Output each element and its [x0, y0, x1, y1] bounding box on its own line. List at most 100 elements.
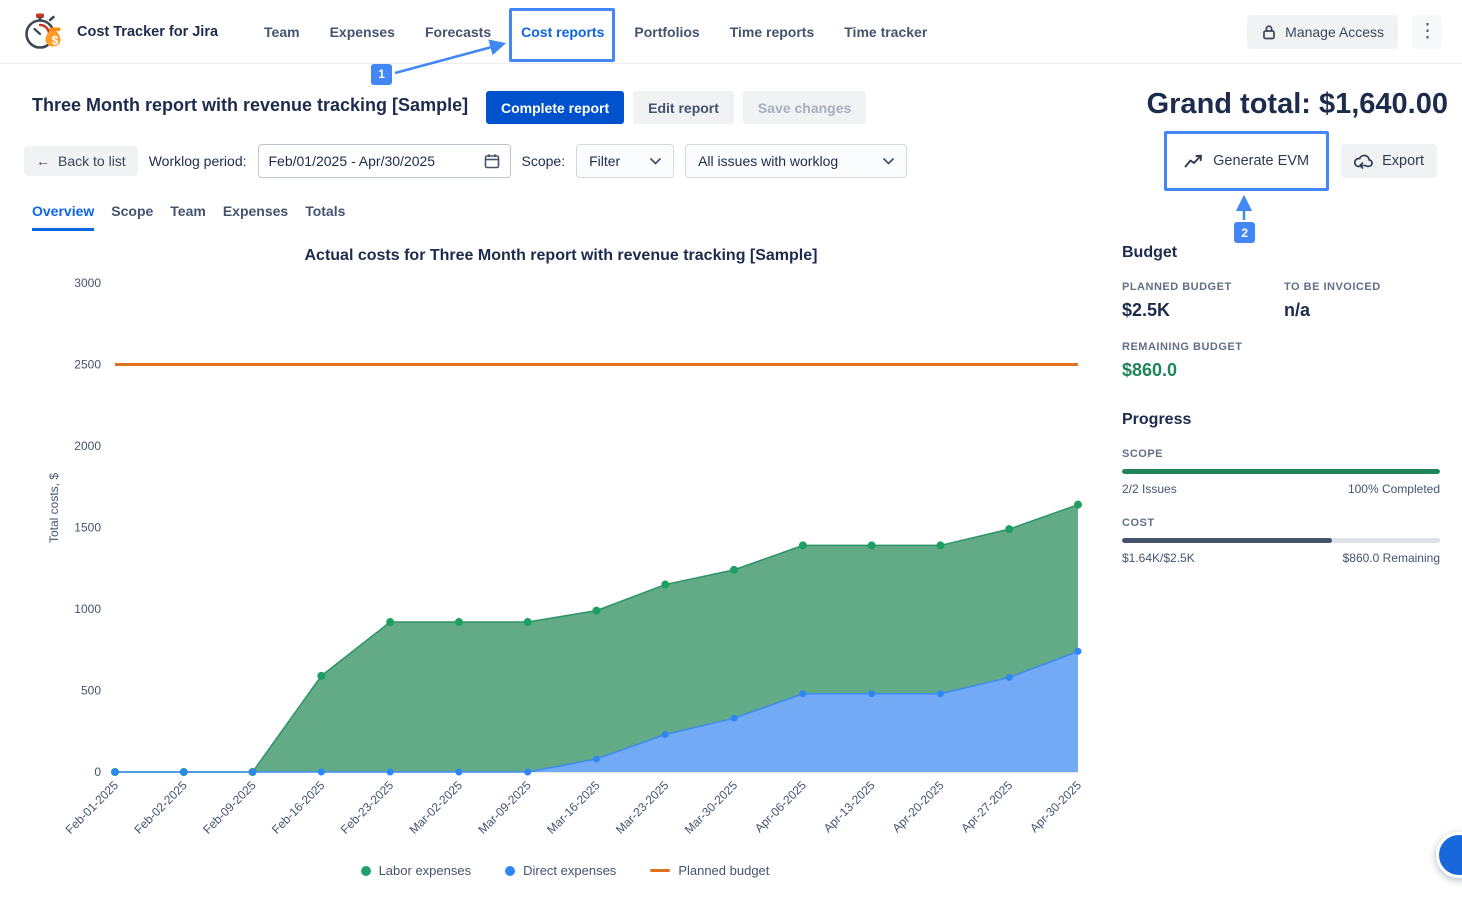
budget-grid: PLANNED BUDGET $2.5K TO BE INVOICED n/a …: [1122, 281, 1440, 381]
back-to-list-label: Back to list: [58, 153, 126, 169]
remaining-budget-value: $860.0: [1122, 360, 1440, 381]
chat-widget-button[interactable]: [1436, 832, 1462, 878]
cost-remaining-value: $860.0 Remaining: [1343, 551, 1440, 565]
legend-item-direct-expenses[interactable]: Direct expenses: [505, 863, 616, 878]
issues-scope-value: All issues with worklog: [698, 153, 838, 169]
scope-filter-dropdown[interactable]: Filter: [576, 144, 674, 178]
scope-progress-stats: 2/2 Issues 100% Completed: [1122, 482, 1440, 496]
cost-progress-label: COST: [1122, 517, 1440, 529]
back-arrow-icon: ←: [36, 153, 50, 169]
budget-section-title: Budget: [1122, 244, 1440, 262]
page-title: Three Month report with revenue tracking…: [32, 95, 468, 116]
nav-item-time-tracker[interactable]: Time tracker: [844, 24, 927, 40]
nav-item-team[interactable]: Team: [264, 24, 300, 40]
worklog-period-input[interactable]: Feb/01/2025 - Apr/30/2025: [258, 144, 511, 178]
svg-text:Feb-01-2025: Feb-01-2025: [63, 778, 122, 837]
topbar-right: Manage Access ⋮: [1247, 15, 1442, 49]
to-be-invoiced-stat: TO BE INVOICED n/a: [1284, 281, 1440, 321]
worklog-period-value: Feb/01/2025 - Apr/30/2025: [269, 153, 436, 169]
legend-dot-marker: [505, 866, 515, 876]
nav-item-time-reports[interactable]: Time reports: [730, 24, 815, 40]
scope-progress-fill: [1122, 469, 1440, 474]
svg-text:1500: 1500: [74, 521, 101, 535]
nav-item-portfolios[interactable]: Portfolios: [634, 24, 699, 40]
scope-filter-value: Filter: [589, 153, 620, 169]
export-button[interactable]: Export: [1341, 144, 1437, 178]
planned-budget-stat: PLANNED BUDGET $2.5K: [1122, 281, 1284, 321]
cloud-export-icon: [1354, 154, 1373, 169]
complete-report-button[interactable]: Complete report: [486, 91, 624, 124]
page-root: $ Cost Tracker for Jira Team Expenses Fo…: [0, 0, 1462, 912]
scope-issues-count: 2/2 Issues: [1122, 482, 1177, 496]
svg-text:Apr-13-2025: Apr-13-2025: [821, 778, 878, 835]
lock-icon: [1261, 24, 1277, 40]
legend-dot-marker: [361, 866, 371, 876]
legend-item-planned-budget[interactable]: Planned budget: [650, 863, 769, 878]
calendar-icon[interactable]: [484, 153, 500, 169]
tab-expenses[interactable]: Expenses: [223, 203, 288, 231]
to-be-invoiced-label: TO BE INVOICED: [1284, 281, 1440, 293]
budget-sidebar: Budget PLANNED BUDGET $2.5K TO BE INVOIC…: [1122, 244, 1440, 565]
export-label: Export: [1382, 153, 1424, 169]
svg-text:Actual costs for Three Month r: Actual costs for Three Month report with…: [305, 247, 818, 264]
tab-overview[interactable]: Overview: [32, 203, 94, 231]
to-be-invoiced-value: n/a: [1284, 300, 1440, 321]
legend-label: Direct expenses: [523, 863, 616, 878]
main-nav: Team Expenses Forecasts Cost reports 1 P…: [264, 24, 927, 40]
issues-scope-dropdown[interactable]: All issues with worklog: [685, 144, 907, 178]
scope-completed-pct: 100% Completed: [1348, 482, 1440, 496]
report-tabs: Overview Scope Team Expenses Totals: [32, 203, 345, 231]
svg-text:Apr-27-2025: Apr-27-2025: [958, 778, 1015, 835]
report-toolbar: ← Back to list Worklog period: Feb/01/20…: [24, 144, 907, 178]
cost-progress-bar: [1122, 538, 1440, 543]
tab-team[interactable]: Team: [170, 203, 206, 231]
legend-item-labor-expenses[interactable]: Labor expenses: [361, 863, 472, 878]
annotation-step-1-badge: 1: [371, 64, 392, 85]
report-actions: Complete report Edit report Save changes: [486, 91, 866, 124]
nav-item-expenses[interactable]: Expenses: [330, 24, 395, 40]
svg-text:Mar-16-2025: Mar-16-2025: [544, 778, 603, 837]
toolbar-right: Generate EVM 2 Export: [1174, 144, 1437, 178]
tab-totals[interactable]: Totals: [305, 203, 345, 231]
svg-text:3000: 3000: [74, 276, 101, 290]
svg-text:Feb-02-2025: Feb-02-2025: [131, 778, 190, 837]
tab-scope[interactable]: Scope: [111, 203, 153, 231]
actual-costs-chart: 050010001500200025003000Feb-01-2025Feb-0…: [10, 238, 1120, 858]
more-options-icon[interactable]: ⋮: [1412, 15, 1442, 49]
svg-text:Apr-20-2025: Apr-20-2025: [889, 778, 946, 835]
svg-text:Mar-09-2025: Mar-09-2025: [475, 778, 534, 837]
nav-item-forecasts[interactable]: Forecasts: [425, 24, 491, 40]
legend-label: Labor expenses: [379, 863, 472, 878]
svg-text:2000: 2000: [74, 439, 101, 453]
scope-label: Scope:: [522, 153, 566, 169]
nav-item-cost-reports[interactable]: Cost reports 1: [521, 24, 604, 40]
scope-progress-label: SCOPE: [1122, 448, 1440, 460]
edit-report-button[interactable]: Edit report: [633, 91, 734, 124]
worklog-period-label: Worklog period:: [149, 153, 247, 169]
top-navigation-bar: $ Cost Tracker for Jira Team Expenses Fo…: [0, 0, 1462, 64]
planned-budget-label: PLANNED BUDGET: [1122, 281, 1284, 293]
scope-progress-bar: [1122, 469, 1440, 474]
svg-text:Feb-23-2025: Feb-23-2025: [338, 778, 397, 837]
progress-section-title: Progress: [1122, 411, 1440, 429]
back-to-list-button[interactable]: ← Back to list: [24, 146, 138, 176]
svg-text:Apr-06-2025: Apr-06-2025: [752, 778, 809, 835]
planned-budget-value: $2.5K: [1122, 300, 1284, 321]
cost-progress-stats: $1.64K/$2.5K $860.0 Remaining: [1122, 551, 1440, 565]
app-logo-icon: $: [22, 12, 64, 52]
cost-spent-value: $1.64K/$2.5K: [1122, 551, 1195, 565]
generate-evm-label: Generate EVM: [1213, 153, 1309, 169]
svg-text:$: $: [52, 33, 59, 47]
save-changes-button[interactable]: Save changes: [743, 91, 866, 124]
grand-total: Grand total: $1,640.00: [1147, 88, 1448, 121]
svg-text:Mar-02-2025: Mar-02-2025: [407, 778, 466, 837]
manage-access-button[interactable]: Manage Access: [1247, 15, 1398, 49]
nav-item-cost-reports-label: Cost reports: [521, 24, 604, 40]
svg-text:Mar-23-2025: Mar-23-2025: [613, 778, 672, 837]
svg-text:Apr-30-2025: Apr-30-2025: [1027, 778, 1084, 835]
annotation-step-2-arrow: [1238, 194, 1250, 221]
generate-evm-button[interactable]: Generate EVM 2: [1174, 144, 1319, 178]
app-title: Cost Tracker for Jira: [77, 24, 218, 40]
svg-text:1000: 1000: [74, 602, 101, 616]
svg-text:500: 500: [81, 684, 101, 698]
